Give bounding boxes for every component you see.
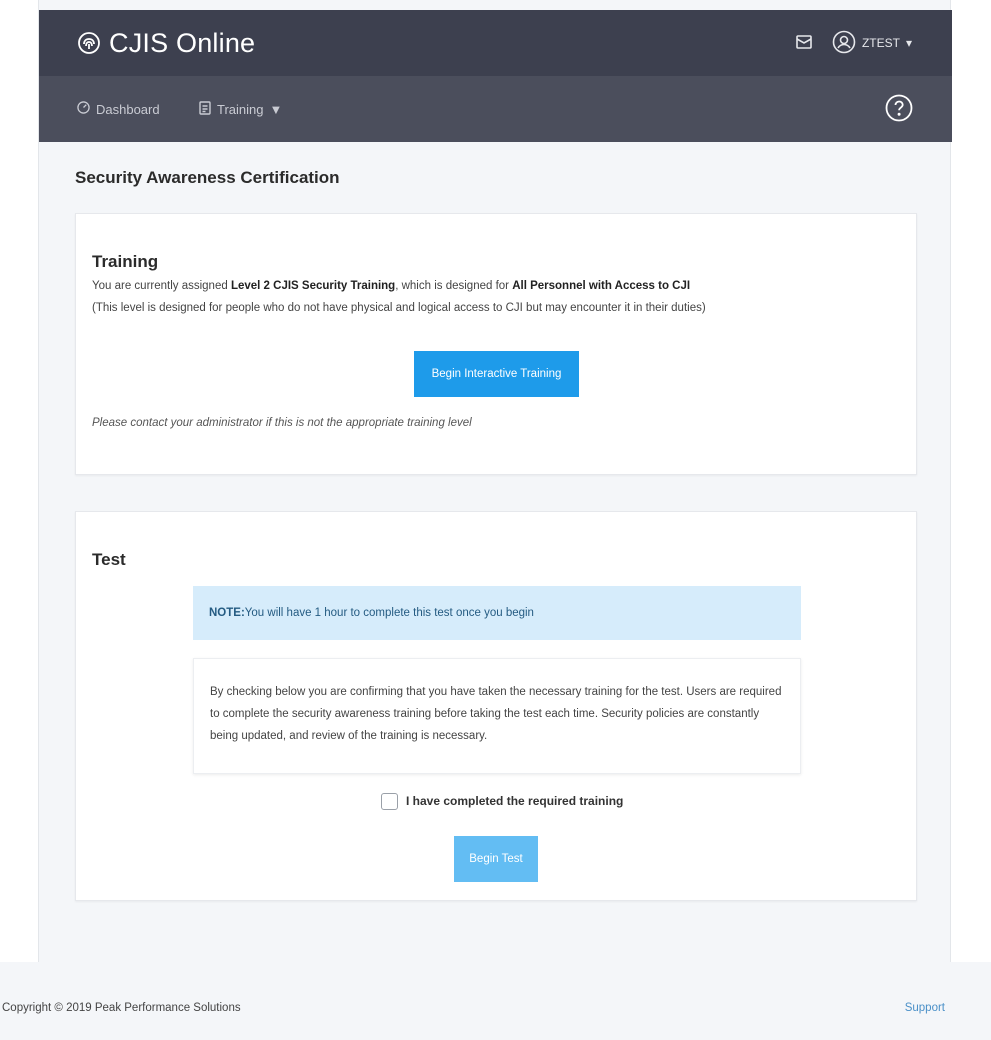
top-bar: CJIS Online ZTEST ▾ xyxy=(39,10,952,76)
copyright-text: Copyright © 2019 Peak Performance Soluti… xyxy=(2,1002,241,1014)
support-link[interactable]: Support xyxy=(905,1002,945,1014)
brand-name: CJIS Online xyxy=(109,27,256,58)
contact-admin-note: Please contact your administrator if thi… xyxy=(92,417,472,429)
training-card: Training You are currently assigned Leve… xyxy=(75,213,917,475)
begin-test-button[interactable]: Begin Test xyxy=(454,836,538,882)
nav-dashboard[interactable]: Dashboard xyxy=(77,76,160,142)
note-label: NOTE: xyxy=(209,607,245,619)
fingerprint-icon xyxy=(77,31,101,55)
note-text: You will have 1 hour to complete this te… xyxy=(244,607,534,619)
brand-logo[interactable]: CJIS Online xyxy=(77,10,255,76)
nav-training[interactable]: Training ▼ xyxy=(199,76,282,142)
assignment-prefix: You are currently assigned xyxy=(92,280,231,292)
caret-down-icon: ▼ xyxy=(269,101,283,117)
page-title: Security Awareness Certification xyxy=(75,168,340,187)
test-heading: Test xyxy=(92,550,126,569)
assignment-middle: , which is designed for xyxy=(395,280,513,292)
gauge-icon xyxy=(77,101,90,117)
assignment-text: You are currently assigned Level 2 CJIS … xyxy=(92,280,690,292)
confirmation-panel: By checking below you are confirming tha… xyxy=(193,658,801,774)
nav-training-label: Training xyxy=(217,101,264,117)
test-card: Test NOTE: You will have 1 hour to compl… xyxy=(75,511,917,901)
training-heading: Training xyxy=(92,252,159,271)
question-circle-icon[interactable] xyxy=(884,93,914,123)
top-right-controls: ZTEST ▾ xyxy=(796,10,912,76)
username: ZTEST xyxy=(861,36,900,50)
checkbox-label[interactable]: I have completed the required training xyxy=(406,794,623,808)
training-complete-row: I have completed the required training xyxy=(381,790,623,812)
document-icon xyxy=(199,100,211,118)
level-description: (This level is designed for people who d… xyxy=(92,302,706,314)
assigned-level: Level 2 CJIS Security Training xyxy=(230,280,396,292)
begin-interactive-training-button[interactable]: Begin Interactive Training xyxy=(414,351,579,397)
nav-dashboard-label: Dashboard xyxy=(96,101,160,117)
user-menu[interactable]: ZTEST ▾ xyxy=(832,30,912,57)
nav-bar: Dashboard Training ▼ xyxy=(39,76,952,142)
user-circle-icon xyxy=(832,30,856,57)
app-frame: CJIS Online ZTEST ▾ Dashboard Training ▼… xyxy=(38,0,952,1040)
footer: Copyright © 2019 Peak Performance Soluti… xyxy=(0,962,991,1040)
envelope-icon[interactable] xyxy=(796,34,812,52)
time-limit-note: NOTE: You will have 1 hour to complete t… xyxy=(193,586,801,640)
confirmation-text: By checking below you are confirming tha… xyxy=(210,686,782,742)
assigned-audience: All Personnel with Access to CJI xyxy=(512,280,691,292)
chevron-down-icon: ▾ xyxy=(905,36,912,50)
training-complete-checkbox[interactable] xyxy=(381,792,398,810)
